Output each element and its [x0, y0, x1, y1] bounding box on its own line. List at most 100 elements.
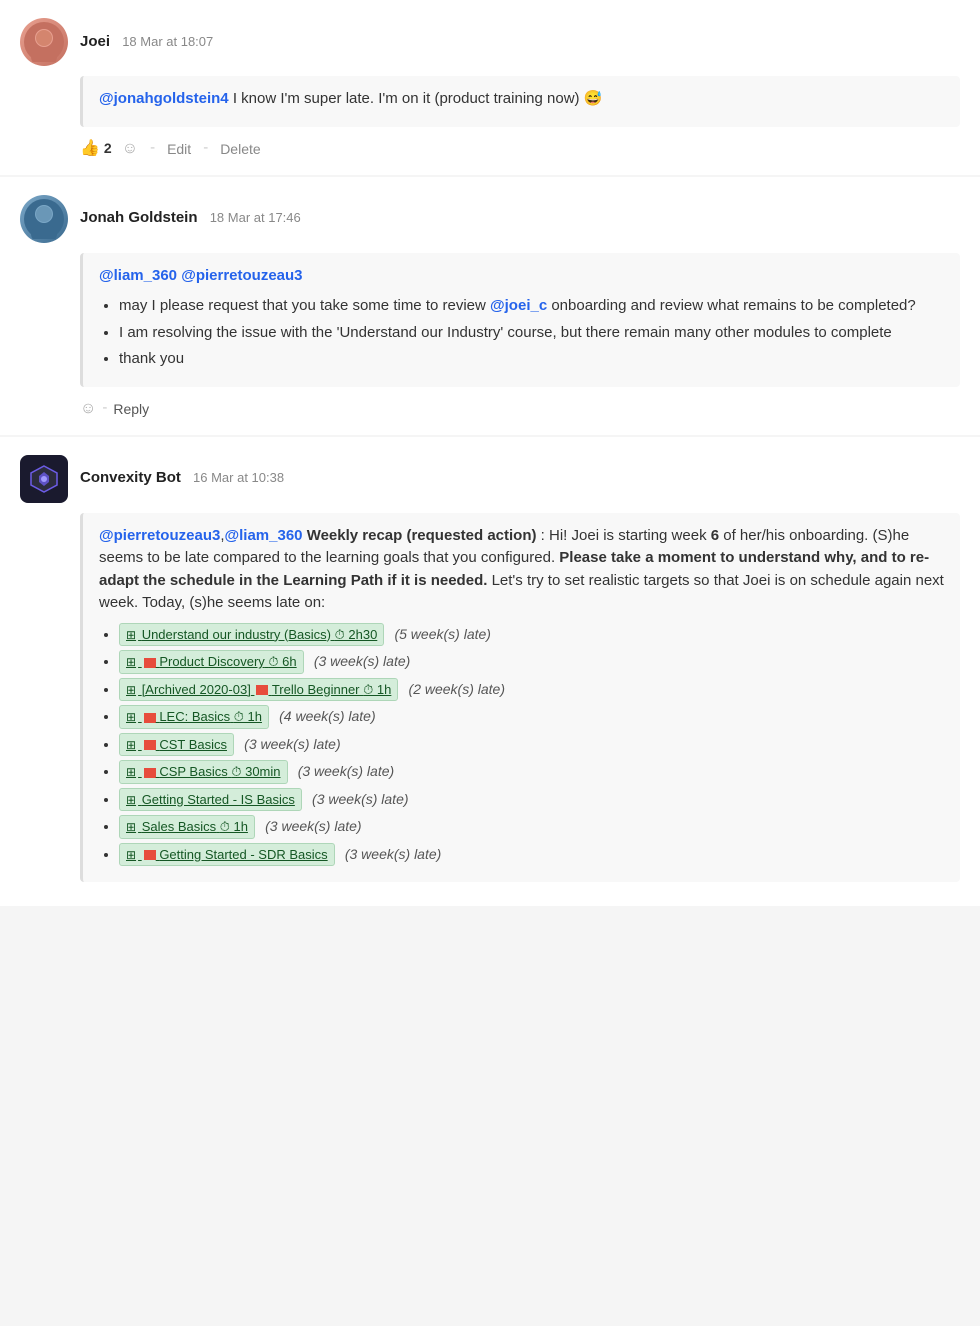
course-item-7: ⊞ Sales Basics ⏱ 1h (3 week(s) late)	[119, 815, 944, 839]
course-duration-5: ⏱ 30min	[231, 764, 280, 779]
late-text-4: (3 week(s) late)	[244, 736, 340, 752]
bullet-2: I am resolving the issue with the 'Under…	[119, 322, 944, 345]
mention-jonah: @jonahgoldstein4	[99, 90, 229, 107]
course-name-8: Getting Started - SDR Basics	[159, 847, 327, 862]
author-info: Joei 18 Mar at 18:07	[80, 31, 213, 54]
flag-icon-4	[144, 740, 156, 750]
add-reaction-jonah-icon[interactable]: ☺	[80, 397, 96, 421]
avatar-jonah	[20, 195, 68, 243]
course-duration-2: ⏱ 1h	[363, 682, 391, 697]
flag-icon-2	[256, 685, 268, 695]
course-link-8[interactable]: ⊞ Getting Started - SDR Basics	[119, 843, 335, 867]
course-name-7: Sales Basics	[142, 819, 216, 834]
flag-icon-1	[144, 658, 156, 668]
course-item-8: ⊞ Getting Started - SDR Basics (3 week(s…	[119, 843, 944, 867]
flag-icon-5	[144, 768, 156, 778]
course-module-icon-8: ⊞	[126, 848, 136, 862]
late-text-3: (4 week(s) late)	[279, 708, 375, 724]
course-module-icon-3: ⊞	[126, 710, 136, 724]
course-link-3[interactable]: ⊞ LEC: Basics ⏱ 1h	[119, 705, 269, 729]
message-content-jonah: @liam_360 @pierretouzeau3 may I please r…	[80, 253, 960, 387]
course-item-0: ⊞ Understand our industry (Basics) ⏱ 2h3…	[119, 623, 944, 647]
author-name: Joei	[80, 33, 110, 50]
add-reaction-icon[interactable]: ☺	[122, 137, 138, 161]
mention-pierre: @pierretouzeau3	[181, 267, 302, 284]
course-name-2: Trello Beginner	[272, 682, 360, 697]
bot-recap-label: Weekly recap (requested action)	[307, 527, 537, 544]
bot-intro-text1: : Hi! Joei is starting week	[541, 527, 711, 544]
author-info-bot: Convexity Bot 16 Mar at 10:38	[80, 467, 284, 490]
timestamp-jonah: 18 Mar at 17:46	[210, 210, 301, 225]
course-module-icon-2: ⊞	[126, 683, 136, 697]
course-item-1: ⊞ Product Discovery ⏱ 6h (3 week(s) late…	[119, 650, 944, 674]
course-module-icon-4: ⊞	[126, 738, 136, 752]
course-module-icon-7: ⊞	[126, 820, 136, 834]
sep3: -	[102, 397, 107, 420]
sep2: -	[203, 137, 208, 160]
message-text: @jonahgoldstein4 I know I'm super late. …	[99, 88, 944, 111]
late-text-8: (3 week(s) late)	[345, 846, 441, 862]
course-item-6: ⊞ Getting Started - IS Basics (3 week(s)…	[119, 788, 944, 812]
course-module-icon-5: ⊞	[126, 765, 136, 779]
course-item-3: ⊞ LEC: Basics ⏱ 1h (4 week(s) late)	[119, 705, 944, 729]
course-item-5: ⊞ CSP Basics ⏱ 30min (3 week(s) late)	[119, 760, 944, 784]
course-link-2[interactable]: ⊞ [Archived 2020-03] Trello Beginner ⏱ 1…	[119, 678, 398, 702]
thumbsup-reaction[interactable]: 👍 2	[80, 137, 112, 161]
course-item-2: ⊞ [Archived 2020-03] Trello Beginner ⏱ 1…	[119, 678, 944, 702]
course-name-6: Getting Started - IS Basics	[142, 792, 295, 807]
course-link-0[interactable]: ⊞ Understand our industry (Basics) ⏱ 2h3…	[119, 623, 384, 647]
late-text-0: (5 week(s) late)	[394, 626, 490, 642]
author-name-jonah: Jonah Goldstein	[80, 209, 198, 226]
bullet-1: may I please request that you take some …	[119, 295, 944, 318]
course-link-5[interactable]: ⊞ CSP Basics ⏱ 30min	[119, 760, 288, 784]
author-info-jonah: Jonah Goldstein 18 Mar at 17:46	[80, 207, 301, 230]
bot-mention-pierre: @pierretouzeau3	[99, 527, 220, 544]
mention-joei-c: @joei_c	[490, 297, 547, 314]
bot-intro: @pierretouzeau3,@liam_360 Weekly recap (…	[99, 525, 944, 615]
course-name-1: Product Discovery	[159, 654, 264, 669]
course-module-icon-6: ⊞	[126, 793, 136, 807]
course-name-3: LEC: Basics	[159, 709, 230, 724]
course-link-7[interactable]: ⊞ Sales Basics ⏱ 1h	[119, 815, 255, 839]
author-name-bot: Convexity Bot	[80, 469, 181, 486]
message-content-joei: @jonahgoldstein4 I know I'm super late. …	[80, 76, 960, 127]
bot-mention-liam: @liam_360	[225, 527, 303, 544]
course-duration-0: ⏱ 2h30	[335, 627, 378, 642]
bullet-3: thank you	[119, 348, 944, 371]
course-name-4: CST Basics	[159, 737, 227, 752]
course-name-5: CSP Basics	[159, 764, 227, 779]
mentions-header: @liam_360 @pierretouzeau3	[99, 265, 944, 288]
reactions-bar: 👍 2 ☺ - Edit - Delete	[80, 137, 960, 161]
avatar-bot	[20, 455, 68, 503]
late-text-2: (2 week(s) late)	[409, 681, 505, 697]
course-archived-2: [Archived 2020-03]	[142, 682, 251, 697]
course-duration-7: ⏱ 1h	[220, 819, 248, 834]
message-bullets: may I please request that you take some …	[99, 295, 944, 371]
message-jonah: Jonah Goldstein 18 Mar at 17:46 @liam_36…	[0, 177, 980, 435]
course-name-0: Understand our industry (Basics)	[142, 627, 331, 642]
sep1: -	[150, 137, 155, 160]
course-module-icon-1: ⊞	[126, 655, 136, 669]
reply-button[interactable]: Reply	[113, 401, 149, 417]
mention-liam: @liam_360	[99, 267, 177, 284]
thumbsup-count: 2	[104, 138, 112, 159]
course-duration-3: ⏱ 1h	[234, 709, 262, 724]
bot-course-list: ⊞ Understand our industry (Basics) ⏱ 2h3…	[99, 623, 944, 867]
course-link-4[interactable]: ⊞ CST Basics	[119, 733, 234, 757]
course-duration-1: ⏱ 6h	[268, 654, 296, 669]
edit-button[interactable]: Edit	[167, 141, 191, 157]
late-text-1: (3 week(s) late)	[314, 653, 410, 669]
late-text-6: (3 week(s) late)	[312, 791, 408, 807]
course-link-1[interactable]: ⊞ Product Discovery ⏱ 6h	[119, 650, 304, 674]
delete-button[interactable]: Delete	[220, 141, 260, 157]
timestamp: 18 Mar at 18:07	[122, 34, 213, 49]
message-text-body: I know I'm super late. I'm on it (produc…	[233, 90, 603, 107]
timestamp-bot: 16 Mar at 10:38	[193, 470, 284, 485]
course-link-6[interactable]: ⊞ Getting Started - IS Basics	[119, 788, 302, 812]
message-header-jonah: Jonah Goldstein 18 Mar at 17:46	[20, 195, 960, 243]
message-content-bot: @pierretouzeau3,@liam_360 Weekly recap (…	[80, 513, 960, 883]
flag-icon-3	[144, 713, 156, 723]
message-header: Joei 18 Mar at 18:07	[20, 18, 960, 66]
message-feed: Joei 18 Mar at 18:07 @jonahgoldstein4 I …	[0, 0, 980, 906]
flag-icon-8	[144, 850, 156, 860]
